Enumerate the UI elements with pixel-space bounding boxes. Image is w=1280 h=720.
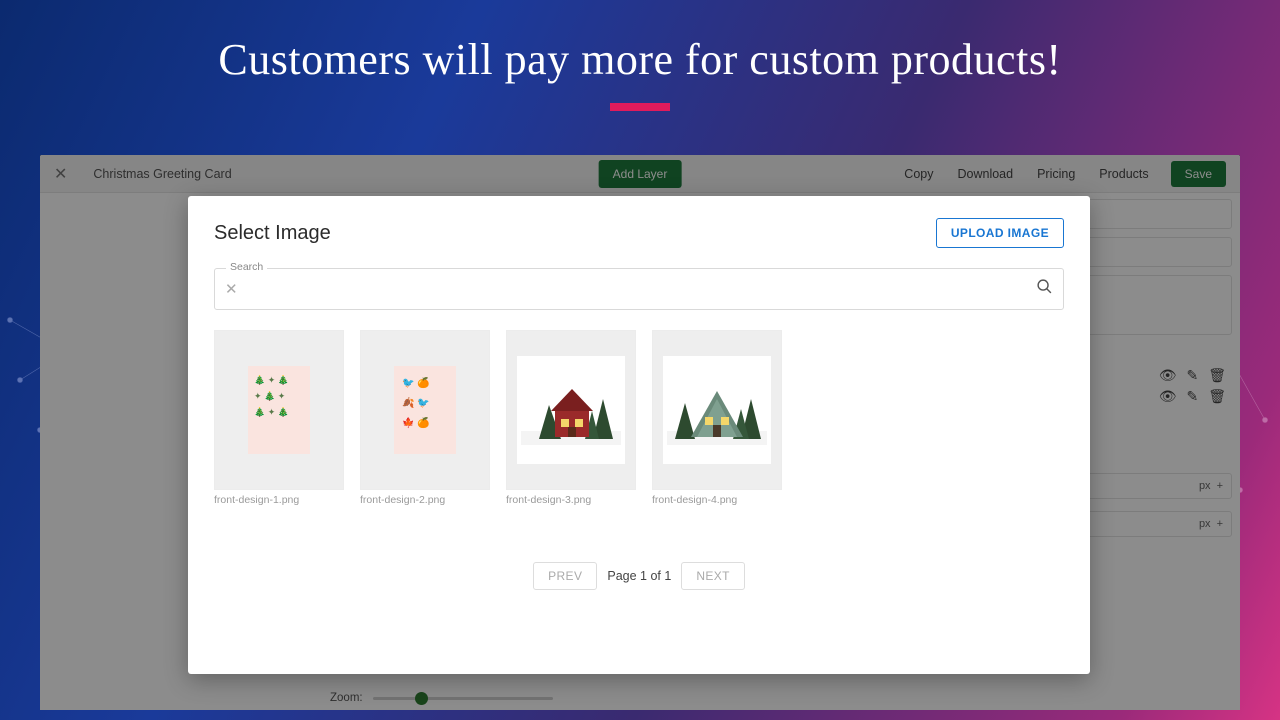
accent-bar <box>610 103 670 111</box>
search-input[interactable] <box>246 282 1036 297</box>
modal-title: Select Image <box>214 222 331 245</box>
search-label: Search <box>226 261 267 273</box>
thumb-filename: front-design-4.png <box>652 494 782 506</box>
image-thumb[interactable]: front-design-2.png <box>360 330 490 506</box>
select-image-modal: Select Image UPLOAD IMAGE Search ✕ front… <box>188 196 1090 674</box>
house-red-illustration <box>521 375 621 445</box>
image-grid: front-design-1.png front-design-2.png <box>214 330 1064 506</box>
clear-icon[interactable]: ✕ <box>225 280 238 298</box>
search-field: ✕ <box>214 268 1064 310</box>
next-button[interactable]: NEXT <box>681 562 745 590</box>
headline: Customers will pay more for custom produ… <box>0 0 1280 85</box>
image-thumb[interactable]: front-design-3.png <box>506 330 636 506</box>
prev-button[interactable]: PREV <box>533 562 597 590</box>
thumb-filename: front-design-1.png <box>214 494 344 506</box>
upload-image-button[interactable]: UPLOAD IMAGE <box>936 218 1064 248</box>
image-thumb[interactable]: front-design-1.png <box>214 330 344 506</box>
thumb-filename: front-design-3.png <box>506 494 636 506</box>
house-green-illustration <box>667 375 767 445</box>
image-thumb[interactable]: front-design-4.png <box>652 330 782 506</box>
pager: PREV Page 1 of 1 NEXT <box>214 562 1064 590</box>
thumb-filename: front-design-2.png <box>360 494 490 506</box>
search-icon[interactable] <box>1036 278 1053 300</box>
page-info: Page 1 of 1 <box>607 569 671 583</box>
